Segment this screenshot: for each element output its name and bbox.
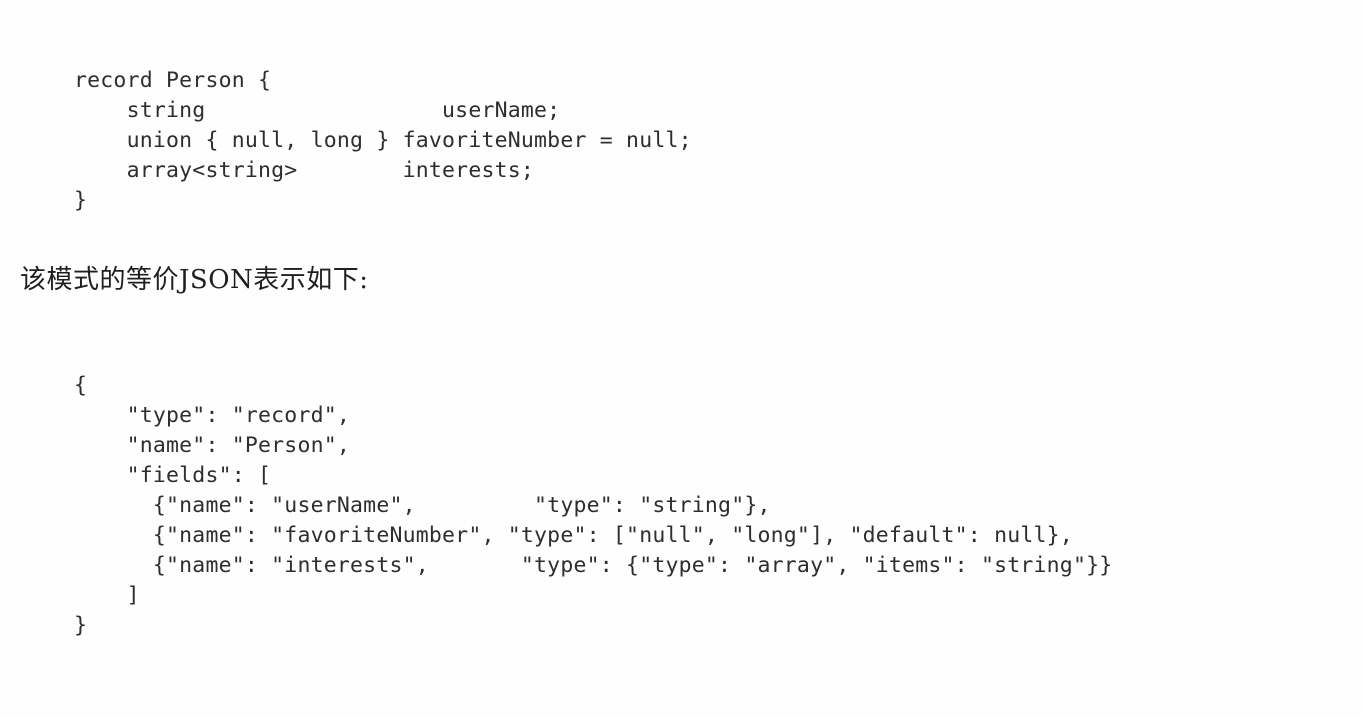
code-line: { (74, 372, 88, 398)
code-line: union { null, long } favoriteNumber = nu… (74, 127, 692, 153)
code-line: string userName; (74, 97, 561, 123)
page-content: record Person { string userName; union {… (0, 0, 1362, 717)
code-line: {"name": "favoriteNumber", "type": ["nul… (74, 522, 1073, 548)
scanned-page: record Person { string userName; union {… (0, 0, 1362, 717)
code-line: ] (74, 582, 140, 608)
code-line: {"name": "userName", "type": "string"}, (74, 492, 771, 518)
code-line: } (74, 612, 88, 638)
code-line: } (74, 187, 88, 213)
code-line: "fields": [ (74, 462, 272, 488)
body-paragraph: 该模式的等价JSON表示如下: (20, 265, 369, 295)
code-line: record Person { (74, 67, 272, 93)
json-code-block: { "type": "record", "name": "Person", "f… (74, 371, 1112, 641)
code-line: {"name": "interests", "type": {"type": "… (74, 552, 1113, 578)
code-line: "type": "record", (74, 402, 351, 428)
code-line: "name": "Person", (74, 432, 351, 458)
avro-idl-code-block: record Person { string userName; union {… (74, 66, 692, 216)
code-line: array<string> interests; (74, 157, 535, 183)
